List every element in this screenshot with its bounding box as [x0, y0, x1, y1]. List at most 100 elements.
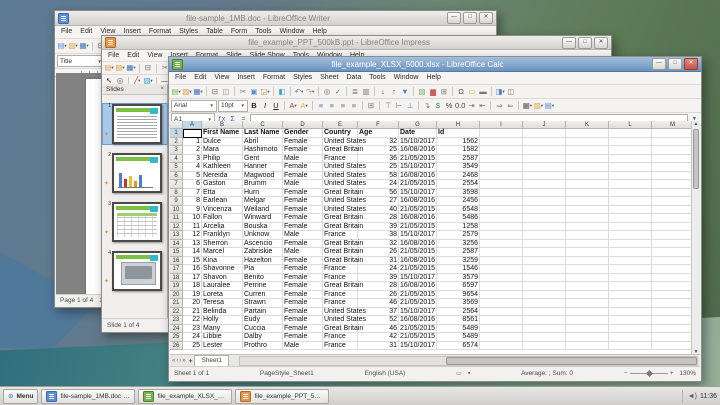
cell-G10[interactable]: 21/05/2015	[399, 206, 437, 215]
cell-H23[interactable]: 8561	[437, 316, 480, 325]
cell-G17[interactable]: 21/05/2015	[399, 265, 437, 274]
cell-K18[interactable]	[566, 274, 609, 283]
cell-E8[interactable]: Great Britain	[323, 189, 358, 198]
cell-K8[interactable]	[566, 189, 609, 198]
cell-F11[interactable]: 28	[358, 214, 399, 223]
cell-K25[interactable]	[566, 333, 609, 342]
cell-B18[interactable]: Shavon	[202, 274, 243, 283]
menu-file[interactable]: File	[104, 50, 123, 62]
cell-J14[interactable]	[523, 240, 566, 249]
maximize-button[interactable]: □	[578, 37, 592, 49]
menu-view[interactable]: View	[143, 50, 166, 62]
decrease-indent-icon[interactable]: ⇐	[505, 101, 515, 111]
cell-L23[interactable]	[609, 316, 652, 325]
task-button-writer[interactable]: file-sample_1MB.doc - ...	[41, 389, 135, 404]
cell-D19[interactable]: Female	[283, 282, 323, 291]
cell-M8[interactable]	[652, 189, 691, 198]
cell-E22[interactable]: United States	[323, 308, 358, 317]
row-header-8[interactable]: 8	[170, 189, 183, 198]
task-button-impress[interactable]: file_example_PPT_500k...	[235, 389, 329, 404]
cell-E12[interactable]: Great Britain	[323, 223, 358, 232]
language-status[interactable]: English (USA)	[365, 370, 406, 377]
menu-data[interactable]: Data	[342, 72, 365, 84]
open-icon[interactable]: ▨▾	[115, 63, 125, 73]
vertical-scroll-thumb[interactable]	[693, 129, 699, 189]
volume-icon[interactable]: ◄)	[688, 393, 697, 400]
cell-F10[interactable]: 40	[358, 206, 399, 215]
cell-C18[interactable]: Benito	[243, 274, 283, 283]
cell-L19[interactable]	[609, 282, 652, 291]
cell-F2[interactable]: 32	[358, 138, 399, 147]
cell-C2[interactable]: Abril	[243, 138, 283, 147]
cell-I25[interactable]	[480, 333, 523, 342]
row-header-24[interactable]: 24	[170, 325, 183, 334]
cell-H3[interactable]: 1582	[437, 146, 480, 155]
save-icon[interactable]: ▦▾	[126, 63, 136, 73]
cell-M19[interactable]	[652, 282, 691, 291]
cell-I24[interactable]	[480, 325, 523, 334]
cell-K17[interactable]	[566, 265, 609, 274]
cell-M17[interactable]	[652, 265, 691, 274]
cell-J16[interactable]	[523, 257, 566, 266]
cell-G11[interactable]: 16/08/2016	[399, 214, 437, 223]
cell-H5[interactable]: 3549	[437, 163, 480, 172]
font-size-combo[interactable]: 10pt ▼	[218, 100, 248, 112]
paragraph-style-combo[interactable]: Title ▼	[57, 55, 105, 67]
cell-M9[interactable]	[652, 197, 691, 206]
cell-C3[interactable]: Hashimoto	[243, 146, 283, 155]
cell-D7[interactable]: Male	[283, 180, 323, 189]
cell-G13[interactable]: 15/10/2017	[399, 231, 437, 240]
cell-J8[interactable]	[523, 189, 566, 198]
percent-icon[interactable]: %	[444, 101, 454, 111]
cell-G12[interactable]: 21/05/2015	[399, 223, 437, 232]
cell-B22[interactable]: Belinda	[202, 308, 243, 317]
cell-A23[interactable]: 22	[183, 316, 202, 325]
cell-F24[interactable]: 46	[358, 325, 399, 334]
cell-J17[interactable]	[523, 265, 566, 274]
cell-K4[interactable]	[566, 155, 609, 164]
cell-D12[interactable]: Female	[283, 223, 323, 232]
cell-K14[interactable]	[566, 240, 609, 249]
cell-K9[interactable]	[566, 197, 609, 206]
zoom-slider[interactable]: − +	[624, 370, 674, 377]
cell-A19[interactable]: 18	[183, 282, 202, 291]
cell-M16[interactable]	[652, 257, 691, 266]
cell-K19[interactable]	[566, 282, 609, 291]
column-header-D[interactable]: D	[283, 121, 323, 129]
row-header-23[interactable]: 23	[170, 316, 183, 325]
cell-H26[interactable]: 6574	[437, 342, 480, 351]
cell-G16[interactable]: 16/08/2016	[399, 257, 437, 266]
cell-K5[interactable]	[566, 163, 609, 172]
column-header-C[interactable]: C	[243, 121, 283, 129]
cell-H6[interactable]: 2468	[437, 172, 480, 181]
cell-J19[interactable]	[523, 282, 566, 291]
cell-F20[interactable]: 26	[358, 291, 399, 300]
minimize-button[interactable]: —	[562, 37, 576, 49]
cell-B14[interactable]: Sherron	[202, 240, 243, 249]
cell-J24[interactable]	[523, 325, 566, 334]
cell-E3[interactable]: Great Britain	[323, 146, 358, 155]
cell-L24[interactable]	[609, 325, 652, 334]
cell-I14[interactable]	[480, 240, 523, 249]
cell-F9[interactable]: 27	[358, 197, 399, 206]
row-header-10[interactable]: 10	[170, 206, 183, 215]
impress-titlebar[interactable]: file_example_PPT_500kB.ppt - LibreOffice…	[102, 36, 611, 50]
cell-A1[interactable]	[183, 129, 202, 138]
row-header-25[interactable]: 25	[170, 333, 183, 342]
justify-icon[interactable]: ≡	[349, 101, 359, 111]
cell-B8[interactable]: Etta	[202, 189, 243, 198]
horizontal-scrollbar[interactable]	[239, 356, 698, 366]
cell-E10[interactable]: United States	[323, 206, 358, 215]
currency-icon[interactable]: $	[433, 101, 443, 111]
cell-E18[interactable]: France	[323, 274, 358, 283]
cell-J9[interactable]	[523, 197, 566, 206]
center-vertically-icon[interactable]: ⊢	[394, 101, 404, 111]
row-icon[interactable]: ≣	[350, 87, 360, 97]
cell-K7[interactable]	[566, 180, 609, 189]
cell-I12[interactable]	[480, 223, 523, 232]
page-style[interactable]: PageStyle_Sheet1	[260, 370, 314, 377]
cell-F17[interactable]: 24	[358, 265, 399, 274]
align-center-icon[interactable]: ≡	[327, 101, 337, 111]
task-button-calc[interactable]: file_example_XLSX_500...	[138, 389, 232, 404]
cell-A21[interactable]: 20	[183, 299, 202, 308]
